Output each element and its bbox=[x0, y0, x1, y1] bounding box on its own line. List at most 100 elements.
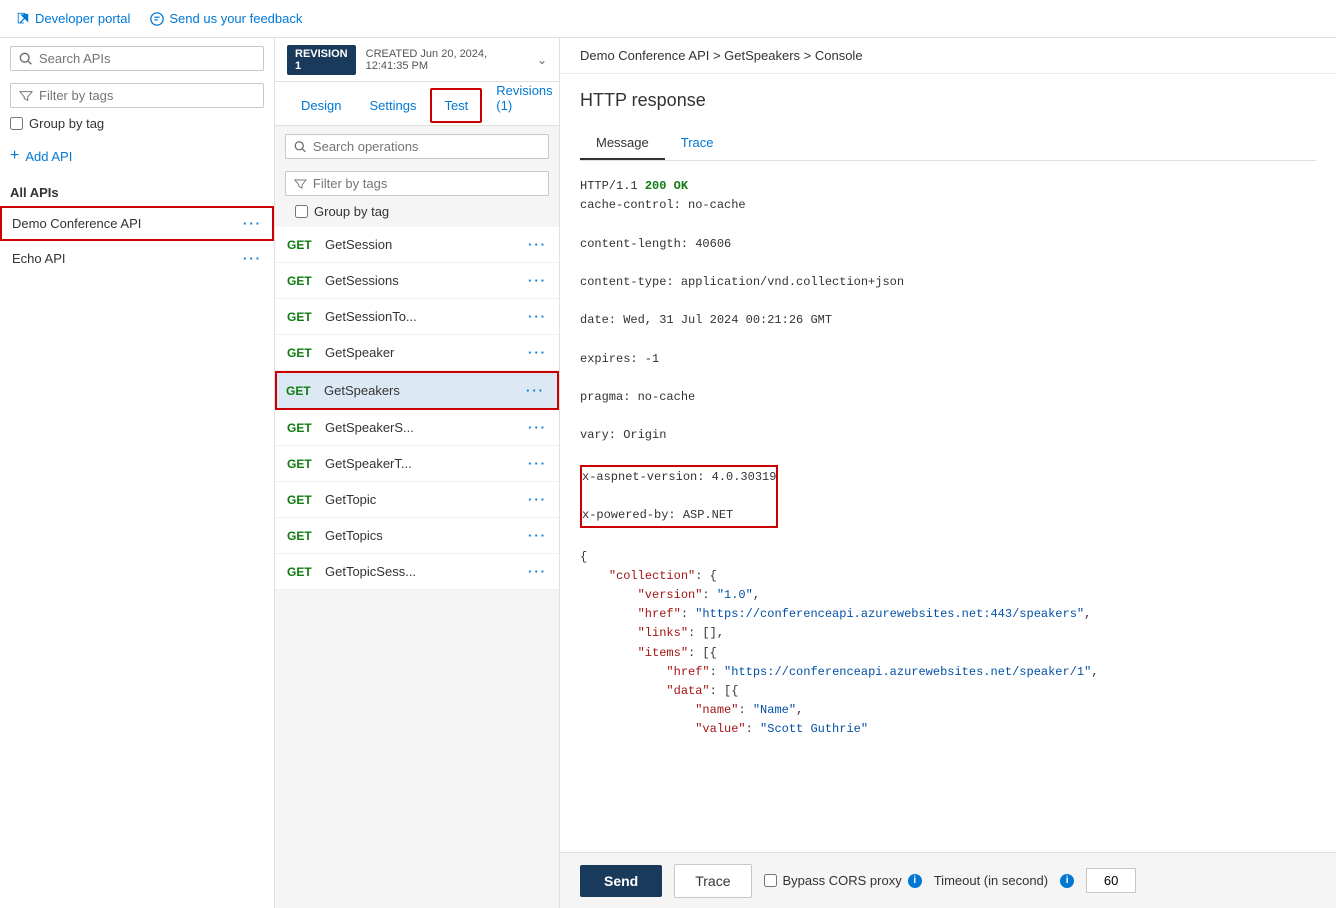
op-method: GET bbox=[287, 457, 315, 471]
op-method: GET bbox=[287, 493, 315, 507]
api-menu-dots[interactable]: ··· bbox=[243, 216, 262, 231]
sidebar-search-area bbox=[0, 38, 274, 108]
feedback-link[interactable]: Send us your feedback bbox=[150, 11, 302, 26]
ops-group-by-tag-label: Group by tag bbox=[314, 204, 389, 219]
op-menu-dots[interactable]: ··· bbox=[528, 492, 547, 507]
tab-test[interactable]: Test bbox=[430, 88, 482, 123]
ops-filter-input[interactable] bbox=[313, 176, 540, 191]
search-icon bbox=[19, 52, 33, 66]
add-api-button[interactable]: + Add API bbox=[0, 139, 274, 177]
json-body: { "collection": { "version": "1.0", "hre… bbox=[580, 550, 1099, 737]
bypass-cors-checkbox[interactable] bbox=[764, 874, 777, 887]
feedback-label: Send us your feedback bbox=[169, 11, 302, 26]
ops-search-input[interactable] bbox=[313, 139, 540, 154]
send-button[interactable]: Send bbox=[580, 865, 662, 897]
json-val: "Name" bbox=[753, 703, 796, 717]
op-method: GET bbox=[287, 310, 315, 324]
header-date: date: Wed, 31 Jul 2024 00:21:26 GMT bbox=[580, 311, 1316, 330]
json-key: "items" bbox=[638, 646, 688, 660]
highlighted-headers: x-aspnet-version: 4.0.30319 x-powered-by… bbox=[580, 465, 778, 529]
breadcrumb: Demo Conference API > GetSpeakers > Cons… bbox=[560, 38, 1336, 74]
op-menu-dots[interactable]: ··· bbox=[528, 456, 547, 471]
op-item-getspeaker[interactable]: GET GetSpeaker ··· bbox=[275, 335, 559, 371]
sidebar-item-echo-api[interactable]: Echo API ··· bbox=[0, 241, 274, 276]
resp-tab-trace[interactable]: Trace bbox=[665, 127, 730, 160]
op-menu-dots[interactable]: ··· bbox=[526, 383, 545, 398]
tab-design[interactable]: Design bbox=[287, 88, 355, 125]
op-item-gettopics[interactable]: GET GetTopics ··· bbox=[275, 518, 559, 554]
search-apis-input[interactable] bbox=[39, 51, 255, 66]
op-name: GetSpeakerT... bbox=[325, 456, 412, 471]
op-item-getsessionto[interactable]: GET GetSessionTo... ··· bbox=[275, 299, 559, 335]
op-name: GetSpeakers bbox=[324, 383, 400, 398]
json-key: "name" bbox=[695, 703, 738, 717]
op-item-getsessions[interactable]: GET GetSessions ··· bbox=[275, 263, 559, 299]
filter-apis-input[interactable] bbox=[39, 88, 255, 103]
op-menu-dots[interactable]: ··· bbox=[528, 345, 547, 360]
filter-apis-box[interactable] bbox=[10, 83, 264, 108]
feedback-icon bbox=[150, 12, 164, 26]
op-item-getspeakers[interactable]: GET GetSpeakers ··· bbox=[275, 371, 559, 410]
revision-chevron-icon[interactable]: ⌄ bbox=[537, 53, 547, 67]
json-key: "version" bbox=[638, 588, 703, 602]
ops-filter-box[interactable] bbox=[285, 171, 549, 196]
revision-info: CREATED Jun 20, 2024, 12:41:35 PM bbox=[366, 48, 525, 72]
http-response-area: HTTP response Message Trace HTTP/1.1 200… bbox=[560, 74, 1336, 852]
middle-panel: REVISION 1 CREATED Jun 20, 2024, 12:41:3… bbox=[275, 38, 560, 908]
json-val: "https://conferenceapi.azurewebsites.net… bbox=[724, 665, 1091, 679]
api-name: Demo Conference API bbox=[12, 216, 141, 231]
op-item-getspeakers2[interactable]: GET GetSpeakerS... ··· bbox=[275, 410, 559, 446]
resp-tab-message[interactable]: Message bbox=[580, 127, 665, 160]
group-by-tag-checkbox[interactable] bbox=[10, 117, 23, 130]
op-item-getspeakert[interactable]: GET GetSpeakerT... ··· bbox=[275, 446, 559, 482]
op-menu-dots[interactable]: ··· bbox=[528, 273, 547, 288]
op-item-gettopicsess[interactable]: GET GetTopicSess... ··· bbox=[275, 554, 559, 590]
developer-portal-label: Developer portal bbox=[35, 11, 130, 26]
bypass-cors-label: Bypass CORS proxy bbox=[783, 873, 902, 888]
ops-filter-icon bbox=[294, 177, 307, 191]
api-name: Echo API bbox=[12, 251, 65, 266]
json-key: "links" bbox=[638, 626, 688, 640]
op-menu-dots[interactable]: ··· bbox=[528, 309, 547, 324]
ops-search-box[interactable] bbox=[285, 134, 549, 159]
json-val: "1.0" bbox=[717, 588, 753, 602]
op-item-getsession[interactable]: GET GetSession ··· bbox=[275, 227, 559, 263]
op-method: GET bbox=[286, 384, 314, 398]
op-menu-dots[interactable]: ··· bbox=[528, 564, 547, 579]
timeout-input[interactable] bbox=[1086, 868, 1136, 893]
json-val: "https://conferenceapi.azurewebsites.net… bbox=[695, 607, 1084, 621]
group-by-tag-check[interactable]: Group by tag bbox=[0, 108, 274, 139]
header-expires: expires: -1 bbox=[580, 350, 1316, 369]
sidebar-item-demo-conference-api[interactable]: Demo Conference API ··· bbox=[0, 206, 274, 241]
response-body: HTTP/1.1 200 OK cache-control: no-cache … bbox=[580, 161, 1316, 775]
op-name: GetSessionTo... bbox=[325, 309, 417, 324]
op-menu-dots[interactable]: ··· bbox=[528, 237, 547, 252]
op-method: GET bbox=[287, 421, 315, 435]
json-key: "value" bbox=[695, 722, 745, 736]
right-panel: Demo Conference API > GetSpeakers > Cons… bbox=[560, 38, 1336, 908]
external-link-icon bbox=[16, 12, 30, 26]
ops-group-by-tag[interactable]: Group by tag bbox=[285, 196, 549, 227]
json-key: "href" bbox=[638, 607, 681, 621]
tab-revisions[interactable]: Revisions (1) bbox=[482, 73, 566, 125]
developer-portal-link[interactable]: Developer portal bbox=[16, 11, 130, 26]
timeout-info-icon[interactable]: i bbox=[1060, 874, 1074, 888]
api-menu-dots[interactable]: ··· bbox=[243, 251, 262, 266]
op-menu-dots[interactable]: ··· bbox=[528, 528, 547, 543]
json-key: "data" bbox=[666, 684, 709, 698]
op-method: GET bbox=[287, 238, 315, 252]
bypass-cors-info-icon[interactable]: i bbox=[908, 874, 922, 888]
trace-button[interactable]: Trace bbox=[674, 864, 751, 898]
http-response-title: HTTP response bbox=[580, 90, 1316, 111]
op-menu-dots[interactable]: ··· bbox=[528, 420, 547, 435]
ops-group-by-tag-checkbox[interactable] bbox=[295, 205, 308, 218]
header-content-type: content-type: application/vnd.collection… bbox=[580, 273, 1316, 292]
op-method: GET bbox=[287, 529, 315, 543]
tab-settings[interactable]: Settings bbox=[355, 88, 430, 125]
op-name: GetSession bbox=[325, 237, 392, 252]
search-apis-box[interactable] bbox=[10, 46, 264, 71]
operations-list: GET GetSession ··· GET GetSessions ··· G… bbox=[275, 227, 559, 908]
op-method: GET bbox=[287, 274, 315, 288]
op-item-gettopic[interactable]: GET GetTopic ··· bbox=[275, 482, 559, 518]
op-name: GetTopics bbox=[325, 528, 383, 543]
